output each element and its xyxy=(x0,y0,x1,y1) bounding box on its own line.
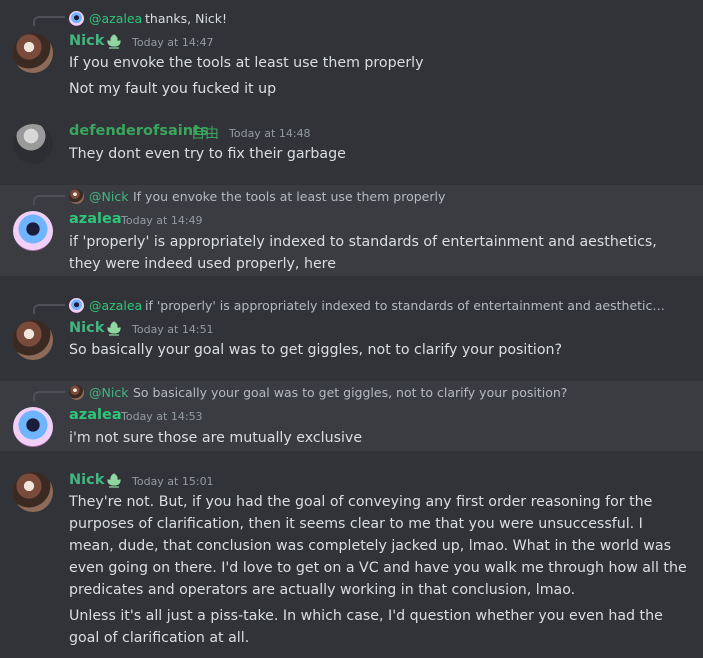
reply-mention[interactable]: @Nick xyxy=(89,189,128,204)
message-text: goal of clarification at all. xyxy=(69,630,250,646)
avatar[interactable] xyxy=(13,407,53,447)
message-text: If you envoke the tools at least use the… xyxy=(69,55,424,71)
timestamp[interactable]: Today at 14:47 xyxy=(132,36,214,49)
avatar[interactable] xyxy=(13,211,53,251)
message-text: if 'properly' is appropriately indexed t… xyxy=(69,234,657,250)
reply-preview[interactable]: if 'properly' is appropriately indexed t… xyxy=(145,298,665,313)
username[interactable]: azalea xyxy=(69,211,122,227)
avatar[interactable] xyxy=(13,33,53,73)
message-text: even going on there. I'd love to get on … xyxy=(69,560,687,576)
reply-mention[interactable]: @azalea xyxy=(89,298,142,313)
message-text: They're not. But, if you had the goal of… xyxy=(69,494,653,510)
message[interactable]: @azalea if 'properly' is appropriately i… xyxy=(0,294,703,374)
reply-connector xyxy=(33,304,65,314)
message-text: Not my fault you fucked it up xyxy=(69,81,277,97)
timestamp[interactable]: Today at 14:53 xyxy=(121,410,203,423)
message[interactable]: @Nick If you envoke the tools at least u… xyxy=(0,185,703,276)
message-text: Unless it's all just a piss-take. In whi… xyxy=(69,608,663,624)
role-badge[interactable]: 自由 xyxy=(191,123,219,143)
reply-avatar[interactable] xyxy=(69,189,84,204)
timestamp[interactable]: Today at 15:01 xyxy=(132,475,214,488)
username[interactable]: Nick xyxy=(69,33,104,49)
message-text: purposes of clarification, then it seems… xyxy=(69,516,643,532)
avatar[interactable] xyxy=(13,320,53,360)
message-text: i'm not sure those are mutually exclusiv… xyxy=(69,430,363,446)
reply-mention[interactable]: @azalea xyxy=(89,11,142,26)
message[interactable]: @Nick So basically your goal was to get … xyxy=(0,381,703,451)
reply-preview[interactable]: If you envoke the tools at least use the… xyxy=(133,189,445,204)
reply-preview[interactable]: So basically your goal was to get giggle… xyxy=(133,385,567,400)
reply-mention[interactable]: @Nick xyxy=(89,385,128,400)
username[interactable]: Nick xyxy=(69,320,104,336)
username[interactable]: defenderofsaints xyxy=(69,123,209,139)
message-text: predicates and operators are actually wo… xyxy=(69,582,576,598)
message-text: So basically your goal was to get giggle… xyxy=(69,342,563,358)
avatar[interactable] xyxy=(13,472,53,512)
username[interactable]: azalea xyxy=(69,407,122,423)
reply-avatar[interactable] xyxy=(69,385,84,400)
username[interactable]: Nick xyxy=(69,472,104,488)
message-text: mean, dude, that conclusion was complete… xyxy=(69,538,671,554)
timestamp[interactable]: Today at 14:48 xyxy=(229,127,311,140)
reply-avatar[interactable] xyxy=(69,298,84,313)
avatar[interactable] xyxy=(13,124,53,164)
reply-preview[interactable]: thanks, Nick! xyxy=(145,11,227,26)
message[interactable]: @azalea thanks, Nick! Nick Today at 14:4… xyxy=(0,0,703,108)
message-text: They dont even try to fix their garbage xyxy=(69,146,346,162)
message[interactable]: Nick Today at 15:01 They're not. But, if… xyxy=(0,462,703,658)
message[interactable]: defenderofsaints 自由 Today at 14:48 They … xyxy=(0,110,703,176)
reply-connector xyxy=(33,195,65,205)
timestamp[interactable]: Today at 14:49 xyxy=(121,214,203,227)
reply-avatar[interactable] xyxy=(69,11,84,26)
message-text: they were indeed used properly, here xyxy=(69,256,336,272)
reply-connector xyxy=(33,391,65,401)
reply-connector xyxy=(33,16,65,26)
timestamp[interactable]: Today at 14:51 xyxy=(132,323,214,336)
